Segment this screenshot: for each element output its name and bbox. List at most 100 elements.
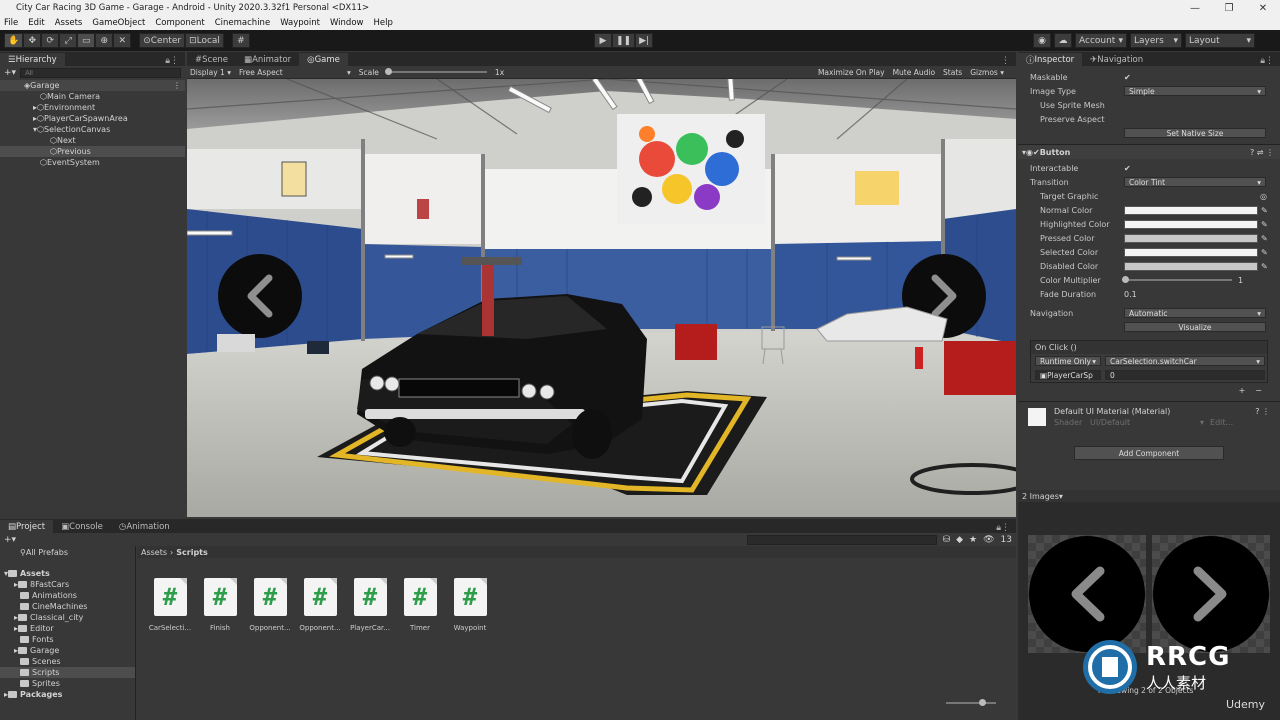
scale-tool-icon[interactable]: ⤢ — [59, 33, 78, 48]
tab-inspector[interactable]: ⓘ Inspector — [1018, 53, 1083, 66]
navigation-dropdown[interactable]: Automatic ▾ — [1124, 308, 1266, 318]
minimize-button[interactable]: — — [1178, 3, 1212, 14]
layout-dropdown[interactable]: Layout ▾ — [1185, 33, 1255, 48]
add-component-button[interactable]: Add Component — [1074, 446, 1224, 460]
lock-icon[interactable]: 🔒︎⋮ — [1260, 56, 1274, 66]
component-menu-icons[interactable]: ? ⇌ ⋮ — [1250, 148, 1274, 157]
folder-item[interactable]: Sprites — [0, 678, 135, 689]
visibility-icon[interactable]: 👁︎ — [983, 535, 994, 545]
asset-script[interactable]: # Finish — [197, 578, 243, 632]
stats-toggle[interactable]: Stats — [943, 68, 962, 77]
pressed-color-swatch[interactable] — [1124, 233, 1258, 243]
scale-slider[interactable] — [384, 68, 487, 75]
menu-window[interactable]: Window — [330, 18, 364, 28]
fade-duration-value[interactable]: 0.1 — [1124, 290, 1137, 299]
menu-component[interactable]: Component — [155, 18, 204, 28]
asset-script[interactable]: # PlayerCar... — [347, 578, 393, 632]
tab-navigation[interactable]: ✈ Navigation — [1082, 53, 1151, 66]
custom-tool-icon[interactable]: ✕ — [113, 33, 132, 48]
rect-tool-icon[interactable]: ▭ — [77, 33, 96, 48]
breadcrumb-item[interactable]: Scripts — [176, 548, 208, 557]
pivot-center-button[interactable]: ⊙ Center — [139, 33, 186, 48]
filter-label-icon[interactable]: ◆ — [956, 535, 963, 545]
pivot-local-button[interactable]: ⊡ Local — [185, 33, 224, 48]
project-search-input[interactable] — [746, 534, 937, 545]
interactable-checkbox[interactable]: ✔ — [1124, 164, 1131, 173]
folder-assets[interactable]: ▾ Assets — [0, 568, 135, 579]
hierarchy-item[interactable]: ▾ ⬡ SelectionCanvas — [0, 124, 185, 135]
folder-item[interactable]: CineMachines — [0, 601, 135, 612]
argument-field[interactable]: 0 — [1105, 370, 1265, 380]
eyedropper-icon[interactable]: ✎ — [1261, 220, 1268, 229]
eyedropper-icon[interactable]: ✎ — [1261, 206, 1268, 215]
mute-audio-toggle[interactable]: Mute Audio — [893, 68, 935, 77]
color-multiplier-value[interactable]: 1 — [1238, 276, 1243, 285]
menu-waypoint[interactable]: Waypoint — [280, 18, 320, 28]
asset-script[interactable]: # Opponent... — [247, 578, 293, 632]
tab-scene[interactable]: # Scene — [187, 53, 236, 66]
maximize-on-play-toggle[interactable]: Maximize On Play — [818, 68, 885, 77]
add-event-icon[interactable]: + — [1239, 386, 1246, 395]
object-picker-icon[interactable]: ◎ — [1260, 192, 1267, 201]
normal-color-swatch[interactable] — [1124, 205, 1258, 215]
folder-item[interactable]: ▸ Editor — [0, 623, 135, 634]
menu-help[interactable]: Help — [373, 18, 392, 28]
asset-script[interactable]: # CarSelecti... — [147, 578, 193, 632]
disabled-color-swatch[interactable] — [1124, 261, 1258, 271]
favorite-icon[interactable]: ★ — [969, 535, 977, 545]
hierarchy-item[interactable]: ⬡ Main Camera — [0, 91, 185, 102]
runtime-dropdown[interactable]: Runtime Only ▾ — [1035, 356, 1101, 366]
function-dropdown[interactable]: CarSelection.switchCar ▾ — [1105, 356, 1265, 366]
menu-file[interactable]: File — [4, 18, 18, 28]
aspect-dropdown[interactable]: Free Aspect — [239, 68, 339, 77]
component-menu-icons[interactable]: ? ⋮ — [1255, 407, 1270, 416]
eyedropper-icon[interactable]: ✎ — [1261, 248, 1268, 257]
tab-console[interactable]: ▣ Console — [53, 520, 111, 533]
favorites-all-prefabs[interactable]: ⚲ All Prefabs — [0, 547, 135, 558]
edit-shader-button[interactable]: Edit... — [1210, 418, 1233, 427]
folder-item-selected[interactable]: Scripts — [0, 667, 135, 678]
maximize-button[interactable]: ❐ — [1212, 3, 1246, 14]
play-button[interactable]: ▶ — [594, 33, 612, 48]
filter-type-icon[interactable]: ⛁ — [943, 535, 951, 545]
layers-dropdown[interactable]: Layers ▾ — [1130, 33, 1182, 48]
add-icon[interactable]: +▾ — [4, 68, 16, 78]
slider-thumb[interactable] — [979, 699, 986, 706]
target-graphic-field[interactable] — [1124, 191, 1260, 201]
hierarchy-scene-row[interactable]: ◈ Garage ⋮ — [0, 80, 185, 91]
icon-size-slider[interactable] — [946, 699, 996, 706]
preview-header[interactable]: 2 Images ▾ — [1018, 490, 1280, 502]
transition-dropdown[interactable]: Color Tint ▾ — [1124, 177, 1266, 187]
image-type-dropdown[interactable]: Simple ▾ — [1124, 86, 1266, 96]
kebab-icon[interactable]: ⋮ — [1001, 56, 1010, 66]
asset-script[interactable]: # Timer — [397, 578, 443, 632]
tab-animator[interactable]: ▦ Animator — [236, 53, 299, 66]
menu-edit[interactable]: Edit — [28, 18, 44, 28]
hierarchy-item[interactable]: ⬡ Next — [0, 135, 185, 146]
slider-thumb[interactable] — [384, 68, 392, 75]
menu-assets[interactable]: Assets — [55, 18, 83, 28]
enable-checkbox[interactable]: ✔ — [1033, 148, 1040, 157]
folder-item[interactable]: ▸ 8FastCars — [0, 579, 135, 590]
highlighted-color-swatch[interactable] — [1124, 219, 1258, 229]
rotate-tool-icon[interactable]: ⟳ — [41, 33, 60, 48]
menu-gameobject[interactable]: GameObject — [92, 18, 145, 28]
move-tool-icon[interactable]: ✥ — [23, 33, 42, 48]
folder-item[interactable]: Fonts — [0, 634, 135, 645]
breadcrumb-item[interactable]: Assets — [141, 548, 167, 557]
collab-icon[interactable]: ◉ — [1033, 33, 1051, 48]
tab-hierarchy[interactable]: ☰ Hierarchy — [0, 53, 65, 66]
hierarchy-search-input[interactable] — [20, 68, 181, 78]
button-component-header[interactable]: ▾ ◉ ✔ Button ? ⇌ ⋮ — [1018, 145, 1280, 159]
object-field[interactable]: ▣ PlayerCarSp — [1035, 370, 1101, 380]
close-button[interactable]: ✕ — [1246, 3, 1280, 14]
visualize-button[interactable]: Visualize — [1124, 322, 1266, 332]
hierarchy-item[interactable]: ▸ ⬡ Environment — [0, 102, 185, 113]
pause-button[interactable]: ❚❚ — [612, 33, 636, 48]
cloud-icon[interactable]: ☁ — [1054, 33, 1072, 48]
hierarchy-item[interactable]: ⬡ EventSystem — [0, 157, 185, 168]
folder-item[interactable]: Animations — [0, 590, 135, 601]
gizmos-dropdown[interactable]: Gizmos ▾ — [970, 68, 1004, 77]
asset-script[interactable]: # Opponent... — [297, 578, 343, 632]
remove-event-icon[interactable]: − — [1255, 386, 1262, 395]
